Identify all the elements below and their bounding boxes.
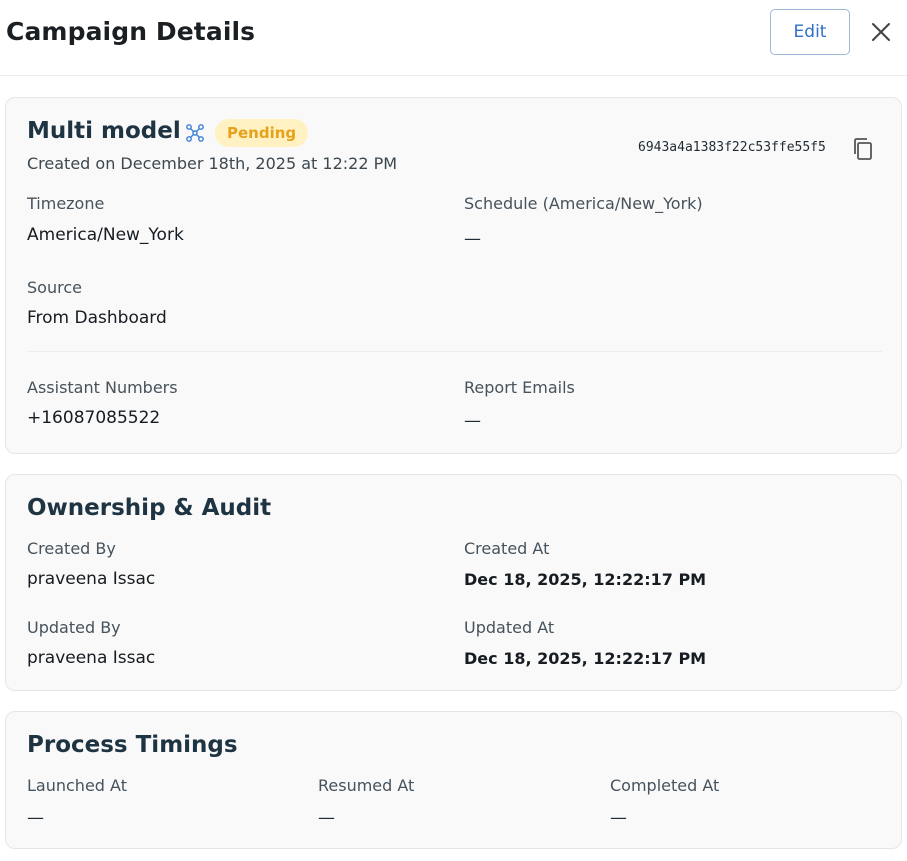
completed-at-value: — [610, 808, 627, 828]
ownership-title: Ownership & Audit [27, 495, 272, 521]
timezone-value: America/New_York [27, 225, 184, 245]
status-badge: Pending [215, 119, 309, 147]
launched-at-label: Launched At [27, 776, 127, 795]
updated-by-value: praveena Issac [27, 648, 156, 668]
edit-button[interactable]: Edit [770, 9, 850, 55]
updated-at-label: Updated At [464, 618, 555, 637]
copy-icon[interactable] [852, 137, 874, 161]
resumed-at-value: — [318, 808, 335, 828]
assistant-numbers-label: Assistant Numbers [27, 378, 178, 397]
created-at-label: Created At [464, 539, 550, 558]
close-button[interactable] [866, 17, 896, 47]
updated-at-value: Dec 18, 2025, 12:22:17 PM [464, 649, 707, 668]
close-icon [872, 23, 890, 41]
created-by-label: Created By [27, 539, 116, 558]
timings-title: Process Timings [27, 732, 238, 758]
page-title: Campaign Details [6, 17, 256, 46]
model-network-icon [186, 124, 204, 142]
created-by-value: praveena Issac [27, 569, 156, 589]
created-on-text: Created on December 18th, 2025 at 12:22 … [27, 154, 398, 173]
source-value: From Dashboard [27, 308, 167, 328]
section-divider [27, 351, 882, 352]
source-label: Source [27, 278, 82, 297]
completed-at-label: Completed At [610, 776, 720, 795]
resumed-at-label: Resumed At [318, 776, 415, 795]
timezone-label: Timezone [27, 194, 105, 213]
process-timings-card: Process Timings Launched At — Resumed At… [5, 711, 902, 849]
schedule-value: — [464, 229, 481, 249]
campaign-name: Multi model [27, 118, 181, 144]
schedule-label: Schedule (America/New_York) [464, 194, 703, 213]
report-emails-label: Report Emails [464, 378, 575, 397]
campaign-overview-card: Multi model Pending Created on December … [5, 97, 902, 454]
launched-at-value: — [27, 808, 44, 828]
ownership-audit-card: Ownership & Audit Created By praveena Is… [5, 474, 902, 691]
assistant-numbers-value: +16087085522 [27, 408, 161, 428]
updated-by-label: Updated By [27, 618, 121, 637]
campaign-id: 6943a4a1383f22c53ffe55f5 [638, 140, 826, 155]
report-emails-value: — [464, 411, 481, 431]
panel-header: Campaign Details Edit [0, 0, 907, 76]
created-at-value: Dec 18, 2025, 12:22:17 PM [464, 570, 707, 589]
